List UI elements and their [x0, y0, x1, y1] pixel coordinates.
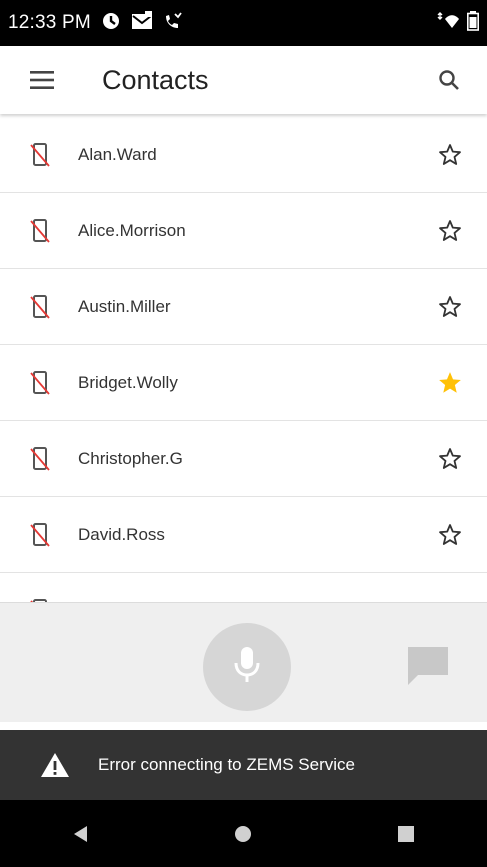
contact-row-alan-ward[interactable]: Alan.Ward	[0, 117, 487, 193]
microphone-icon	[232, 645, 262, 690]
microphone-button[interactable]	[203, 623, 291, 711]
hamburger-menu-icon[interactable]	[22, 60, 62, 100]
missed-call-icon	[163, 11, 183, 36]
phone-off-icon	[28, 521, 52, 549]
page-title: Contacts	[102, 64, 209, 95]
contact-name: Austin.Miller	[78, 296, 171, 316]
phone-off-icon	[28, 141, 52, 169]
wifi-data-icon	[437, 11, 461, 36]
contact-row-bridget-wolly[interactable]: Bridget.Wolly	[0, 345, 487, 421]
snackbar-message: Error connecting to ZEMS Service	[98, 755, 355, 774]
status-time: 12:33 PM	[8, 12, 91, 33]
contact-row-david-ross[interactable]: David.Ross	[0, 497, 487, 573]
star-outline-icon[interactable]	[435, 216, 465, 246]
star-outline-icon[interactable]	[435, 140, 465, 170]
status-bar: 12:33 PM	[0, 0, 487, 46]
phone-off-icon	[28, 369, 52, 397]
star-outline-icon[interactable]	[435, 520, 465, 550]
contact-row-partial[interactable]	[0, 573, 487, 602]
status-right-icons	[437, 10, 479, 36]
back-triangle-icon[interactable]	[51, 809, 111, 859]
recents-square-icon[interactable]	[376, 809, 436, 859]
home-circle-icon[interactable]	[213, 809, 273, 859]
phone-off-icon	[28, 445, 52, 473]
voice-action-bar	[0, 602, 487, 722]
phone-off-icon	[28, 217, 52, 245]
phone-off-icon	[28, 293, 52, 321]
star-outline-icon[interactable]	[435, 292, 465, 322]
search-icon[interactable]	[431, 62, 467, 98]
error-snackbar: Error connecting to ZEMS Service	[0, 730, 487, 800]
contact-list[interactable]: Alan.Ward Alice.Morrison Austin.Miller B…	[0, 117, 487, 602]
chat-bubble-icon[interactable]	[406, 645, 450, 687]
contact-row-christopher-g[interactable]: Christopher.G	[0, 421, 487, 497]
status-notification-icons	[101, 10, 183, 36]
contact-name: Alice.Morrison	[78, 220, 186, 240]
contact-name: Alan.Ward	[78, 144, 157, 164]
contact-name: David.Ross	[78, 524, 165, 544]
contact-row-alice-morrison[interactable]: Alice.Morrison	[0, 193, 487, 269]
data-saver-icon	[101, 11, 121, 36]
email-notification-icon	[131, 10, 153, 36]
contact-row-austin-miller[interactable]: Austin.Miller	[0, 269, 487, 345]
contact-name: Christopher.G	[78, 448, 183, 468]
battery-icon	[467, 10, 479, 36]
warning-icon	[38, 750, 72, 780]
app-bar: Contacts	[0, 46, 487, 114]
star-filled-icon[interactable]	[435, 368, 465, 398]
star-outline-icon[interactable]	[435, 444, 465, 474]
system-nav-bar	[0, 800, 487, 867]
contact-name: Bridget.Wolly	[78, 372, 178, 392]
